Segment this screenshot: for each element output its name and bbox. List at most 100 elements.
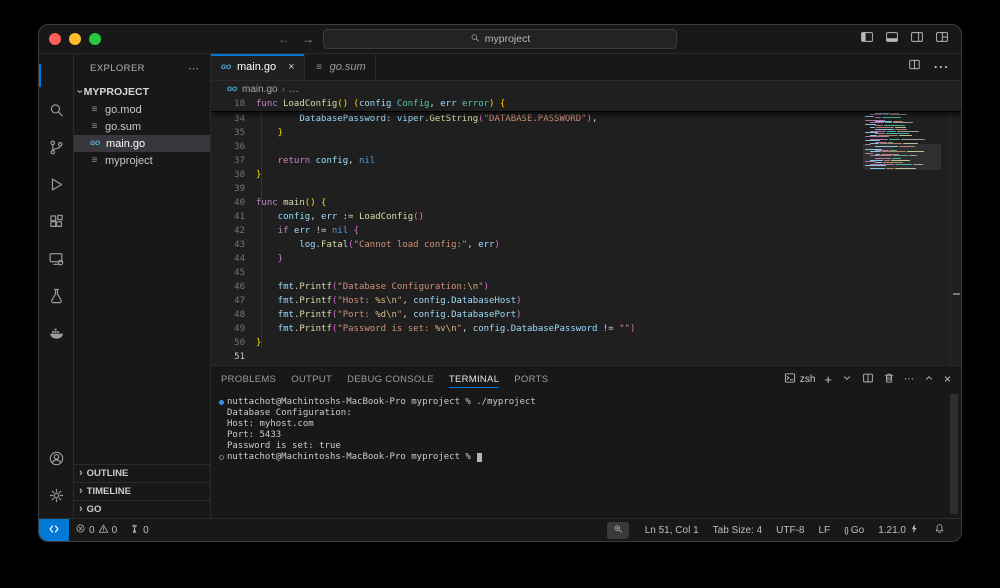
code-line: 38}	[211, 168, 961, 182]
panel-more-icon[interactable]: ⋯	[904, 374, 914, 385]
radio-tower-icon	[129, 523, 140, 537]
remote-indicator[interactable]	[39, 519, 69, 541]
command-center-search[interactable]: myproject	[323, 29, 677, 49]
kill-terminal-icon[interactable]	[883, 372, 895, 387]
line-number: 39	[211, 182, 256, 196]
cursor-position[interactable]: Ln 51, Col 1	[639, 525, 705, 536]
go-version[interactable]: 1.21.0	[872, 523, 926, 537]
code-line: 35 }	[211, 126, 961, 140]
panel-tabs: PROBLEMS OUTPUT DEBUG CONSOLE TERMINAL PORTS	[221, 366, 563, 392]
project-root-label: MYPROJECT	[84, 86, 149, 98]
terminal-text: Password is set: true	[227, 441, 341, 452]
maximize-panel-icon[interactable]	[923, 372, 935, 387]
minimap-slider[interactable]	[863, 144, 941, 170]
sidebar-more-icon[interactable]: ⋯	[188, 62, 200, 75]
section-go[interactable]: ›GO	[74, 500, 210, 518]
panel-tab-debug-console[interactable]: DEBUG CONSOLE	[347, 366, 434, 392]
panel-tab-terminal[interactable]: TERMINAL	[449, 366, 499, 392]
search-value: myproject	[485, 33, 531, 45]
terminal-text: nuttachot@Machintoshs-MacBook-Pro myproj…	[227, 397, 536, 408]
terminal-scrollbar[interactable]	[950, 394, 958, 514]
code-line: 40func main() {	[211, 196, 961, 210]
terminal-line: Password is set: true	[215, 441, 961, 452]
tab-go.sum[interactable]: ≡go.sum	[305, 54, 376, 80]
panel-tab-ports[interactable]: PORTS	[514, 366, 548, 392]
terminal-text: Database Configuration:	[227, 408, 352, 419]
panel-tab-problems[interactable]: PROBLEMS	[221, 366, 276, 392]
new-terminal-icon[interactable]: +	[824, 372, 832, 387]
problems-status[interactable]: 0 0	[69, 519, 123, 541]
vscode-window: ← → myproject EXPLORER ⋯ › MYPROJECT ≡go…	[38, 24, 962, 542]
layout-right-icon[interactable]	[910, 30, 924, 49]
error-icon	[75, 523, 86, 537]
line-number: 43	[211, 238, 256, 252]
section-outline[interactable]: ›OUTLINE	[74, 464, 210, 482]
code-line: 44 }	[211, 252, 961, 266]
ports-status[interactable]: 0	[123, 519, 155, 541]
tab-size[interactable]: Tab Size: 4	[707, 525, 768, 536]
project-root-row[interactable]: › MYPROJECT	[74, 82, 210, 101]
eol[interactable]: LF	[812, 525, 836, 536]
activity-item-search[interactable]	[39, 94, 73, 131]
shell-label: zsh	[800, 374, 816, 385]
history-nav: ← →	[278, 32, 314, 46]
minimize-window-button[interactable]	[69, 33, 81, 45]
breadcrumb[interactable]: GO main.go › …	[211, 81, 961, 97]
encoding[interactable]: UTF-8	[770, 525, 810, 536]
layout-left-icon[interactable]	[860, 30, 874, 49]
file-item-main.go[interactable]: GOmain.go	[74, 135, 210, 152]
tab-label: main.go	[237, 61, 276, 73]
zoom-indicator[interactable]	[607, 522, 629, 539]
split-terminal-icon[interactable]	[862, 372, 874, 387]
line-number: 41	[211, 210, 256, 224]
section-label: TIMELINE	[87, 486, 131, 497]
activity-item-debug[interactable]	[39, 168, 73, 205]
activity-item-explorer[interactable]	[39, 57, 73, 94]
activity-item-extensions[interactable]	[39, 205, 73, 242]
activity-item-accounts[interactable]	[39, 442, 73, 479]
command-decoration-icon[interactable]	[219, 400, 224, 405]
terminal-line: Port: 5433	[215, 430, 961, 441]
section-timeline[interactable]: ›TIMELINE	[74, 482, 210, 500]
activity-item-scm[interactable]	[39, 131, 73, 168]
activity-item-settings[interactable]	[39, 479, 73, 516]
command-decoration-icon[interactable]	[219, 455, 224, 460]
notifications[interactable]	[928, 523, 951, 537]
line-number: 38	[211, 168, 256, 182]
shell-badge[interactable]: zsh	[784, 372, 816, 387]
panel-tab-output[interactable]: OUTPUT	[291, 366, 332, 392]
terminal[interactable]: nuttachot@Machintoshs-MacBook-Pro myproj…	[211, 392, 961, 518]
code-editor[interactable]: 18func LoadConfig() (config Config, err …	[211, 97, 961, 365]
language-mode[interactable]: {} Go	[838, 525, 870, 536]
activity-item-docker[interactable]	[39, 316, 73, 353]
file-name: go.mod	[105, 104, 142, 116]
close-tab-icon[interactable]: ×	[288, 61, 294, 73]
editor-area: GOmain.go×≡go.sum ⋯ GO main.go › … 18fun…	[211, 54, 961, 518]
layout-panel-icon[interactable]	[885, 30, 899, 49]
file-item-go.sum[interactable]: ≡go.sum	[74, 118, 210, 135]
line-content: func LoadConfig() (config Config, err er…	[256, 97, 505, 111]
layout-custom-icon[interactable]	[935, 30, 949, 49]
file-item-myproject[interactable]: ≡myproject	[74, 152, 210, 169]
maximize-window-button[interactable]	[89, 33, 101, 45]
tab-main.go[interactable]: GOmain.go×	[211, 54, 305, 80]
window-controls	[49, 33, 101, 45]
tab-label: go.sum	[330, 61, 366, 73]
close-window-button[interactable]	[49, 33, 61, 45]
line-content: config, err := LoadConfig()	[256, 210, 424, 224]
editor-more-icon[interactable]: ⋯	[933, 57, 949, 77]
terminal-dropdown-icon[interactable]	[841, 372, 853, 387]
split-editor-icon[interactable]	[908, 58, 921, 76]
back-icon[interactable]: ←	[278, 32, 290, 46]
line-number: 34	[211, 112, 256, 126]
activity-item-remote[interactable]	[39, 242, 73, 279]
forward-icon[interactable]: →	[302, 32, 314, 46]
error-count: 0	[89, 525, 95, 536]
line-number: 47	[211, 294, 256, 308]
activity-item-testing[interactable]	[39, 279, 73, 316]
line-number: 48	[211, 308, 256, 322]
file-item-go.mod[interactable]: ≡go.mod	[74, 101, 210, 118]
line-number: 40	[211, 196, 256, 210]
line-content: func main() {	[256, 196, 326, 210]
close-panel-icon[interactable]: ×	[944, 372, 951, 386]
